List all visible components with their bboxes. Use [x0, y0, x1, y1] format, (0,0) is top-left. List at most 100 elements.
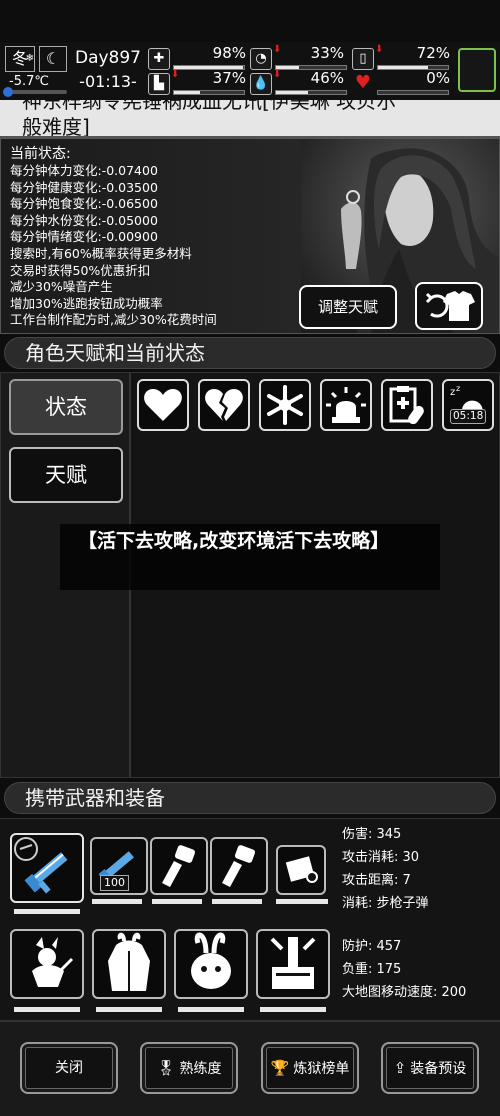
- preset-icon: ⇪: [393, 1059, 407, 1077]
- temperature-bar: [5, 90, 67, 94]
- broken-heart-icon[interactable]: [198, 379, 250, 431]
- tab-status[interactable]: 状态: [9, 379, 123, 435]
- equipment-section-title: 携带武器和装备: [25, 786, 165, 810]
- close-button[interactable]: 关闭: [20, 1042, 118, 1094]
- stat-mood-bar: [377, 90, 449, 95]
- season-badge: 冬 ❄: [5, 46, 35, 72]
- decrease-arrow-icon: ⬇: [273, 44, 282, 55]
- weapon-attack-cost: 攻击消耗: 30: [342, 850, 420, 865]
- svg-text:z: z: [456, 384, 460, 393]
- equipment-preset-button[interactable]: ⇪ 装备预设: [381, 1042, 479, 1094]
- weapon-attack-range: 攻击距离: 7: [342, 873, 411, 888]
- weapon-slot-empty-hand[interactable]: [150, 837, 208, 895]
- medical-report-icon[interactable]: [381, 379, 433, 431]
- temperature-value: -5.7℃: [9, 74, 49, 89]
- status-line: 搜索时,有60%概率获得更多材料: [10, 245, 192, 261]
- change-outfit-button[interactable]: [415, 282, 483, 330]
- weapon-durability-bar: [212, 899, 262, 904]
- status-line: 交易时获得50%优惠折扣: [10, 262, 151, 278]
- title-line-1: 神东样纲令宪锤祸成血无讯[伊美琳 攻贝尔: [22, 100, 397, 113]
- ranking-button[interactable]: 🏆 炼狱榜单: [261, 1042, 359, 1094]
- stat-hunger[interactable]: ◔ ⬇ 33%: [250, 44, 347, 70]
- svg-text:z: z: [450, 387, 455, 398]
- stat-thirst[interactable]: 💧 ⬇ 46%: [250, 69, 347, 95]
- armor-slot-hat[interactable]: [174, 929, 248, 999]
- current-status-panel: 当前状态: 每分钟体力变化:-0.07400 每分钟健康变化:-0.03500 …: [0, 138, 500, 334]
- armor-durability-bar: [96, 1007, 162, 1012]
- tab-talent[interactable]: 天赋: [9, 447, 123, 503]
- snowflake-icon[interactable]: [259, 379, 311, 431]
- bunny-hoodie-icon: [108, 932, 150, 991]
- status-bar: 冬 ❄ ☾ -5.7℃ Day897 -01:13- ✚ 98% ◔ ⬇ 33%…: [0, 42, 500, 100]
- season-weather-widget[interactable]: 冬 ❄ ☾ -5.7℃: [3, 46, 67, 97]
- close-button-label: 关闭: [55, 1060, 83, 1076]
- proficiency-button[interactable]: 🎖 熟练度: [140, 1042, 238, 1094]
- game-time: -01:13-: [79, 72, 137, 91]
- weapon-slot-ammo-box[interactable]: [276, 845, 326, 895]
- decrease-arrow-icon: ⬇: [273, 69, 282, 80]
- armor-stats: 防护: 457 负重: 175 大地图移动速度: 200: [342, 935, 466, 1004]
- sleep-timer: 05:18: [450, 409, 487, 424]
- status-heading: 当前状态:: [10, 146, 71, 162]
- armor-slot-body[interactable]: [92, 929, 166, 999]
- quick-slot[interactable]: [458, 48, 496, 92]
- stat-water[interactable]: ▯ ⬇ 72%: [352, 44, 452, 70]
- status-line: 每分钟体力变化:-0.07400: [10, 163, 158, 178]
- stat-hunger-value: 33%: [310, 44, 344, 62]
- armor-map-speed: 大地图移动速度: 200: [342, 985, 467, 1000]
- weapon-durability-bar: [92, 899, 142, 904]
- weapon-durability-bar: [14, 909, 80, 914]
- day-counter: Day897: [74, 48, 142, 68]
- ammo-box-icon: [285, 856, 318, 883]
- equipment-panel: 100 伤害: 345 攻击消耗: 30 攻击距离: 7 消耗: 步枪子弹 防护…: [0, 818, 500, 1020]
- weapon-ammo-type: 消耗: 步枪子弹: [342, 896, 429, 911]
- stat-stamina[interactable]: ▙ ⬇ 37%: [148, 69, 248, 95]
- talents-section-title: 角色天赋和当前状态: [25, 341, 205, 365]
- ranking-button-label: 炼狱榜单: [293, 1061, 350, 1077]
- rabbit-doll-icon: [32, 937, 74, 987]
- stat-mood[interactable]: ♥ 0%: [352, 69, 452, 95]
- stat-stamina-value: 37%: [212, 69, 246, 87]
- water-drop-icon: 💧: [250, 73, 272, 95]
- weapon-slot-minigun-ammo[interactable]: 100: [90, 837, 148, 895]
- decrease-arrow-icon: ⬇: [375, 44, 384, 55]
- snowflake-icon: ❄: [25, 53, 34, 64]
- weapon-durability-bar: [276, 899, 328, 904]
- stat-health-value: 98%: [212, 44, 246, 62]
- stat-health[interactable]: ✚ 98%: [148, 44, 248, 70]
- medal-icon: 🎖: [156, 1059, 176, 1077]
- status-line: 减少30%噪音产生: [10, 279, 113, 295]
- shirt-swap-icon: [425, 291, 475, 321]
- medkit-icon: ✚: [148, 48, 170, 70]
- adjust-talent-button[interactable]: 调整天赋: [299, 285, 397, 329]
- decrease-arrow-icon: ⬇: [171, 69, 180, 80]
- stat-mood-value: 0%: [426, 69, 450, 87]
- status-text-block: 当前状态: 每分钟体力变化:-0.07400 每分钟健康变化:-0.03500 …: [10, 145, 217, 329]
- weapon-slot-offhand[interactable]: [210, 837, 268, 895]
- talents-section-header: 角色天赋和当前状态: [4, 337, 496, 369]
- bottom-action-bar: 关闭 🎖 熟练度 🏆 炼狱榜单 ⇪ 装备预设: [0, 1022, 500, 1116]
- alarm-icon[interactable]: [320, 379, 372, 431]
- trophy-icon: 🏆: [270, 1059, 290, 1077]
- ammo-count: 100: [100, 875, 129, 891]
- sleep-icon[interactable]: zz 05:18: [442, 379, 494, 431]
- armor-durability-bar: [260, 1007, 326, 1012]
- stat-thirst-bar: [275, 90, 347, 95]
- heart-icon[interactable]: [137, 379, 189, 431]
- weapon-slot-gatling[interactable]: [10, 833, 84, 903]
- status-line: 增加30%逃跑按钮成功概率: [10, 295, 163, 311]
- minigun-icon: [14, 837, 68, 894]
- status-line: 每分钟情绪变化:-0.00900: [10, 229, 158, 245]
- armor-slot-head[interactable]: [10, 929, 84, 999]
- fist-icon: [222, 845, 256, 887]
- armor-carry-weight: 负重: 175: [342, 962, 402, 977]
- armor-slot-backpack[interactable]: [256, 929, 330, 999]
- stat-stamina-bar: [173, 90, 245, 95]
- preset-button-label: 装备预设: [410, 1061, 467, 1077]
- title-line-2: 般难度]: [22, 115, 90, 138]
- status-line: 每分钟水份变化:-0.05000: [10, 212, 158, 228]
- boot-icon: ▙: [148, 73, 170, 95]
- fist-icon: [162, 845, 196, 887]
- status-line: 工作台制作配方时,减少30%花费时间: [10, 312, 217, 328]
- moon-icon: ☾: [39, 46, 67, 72]
